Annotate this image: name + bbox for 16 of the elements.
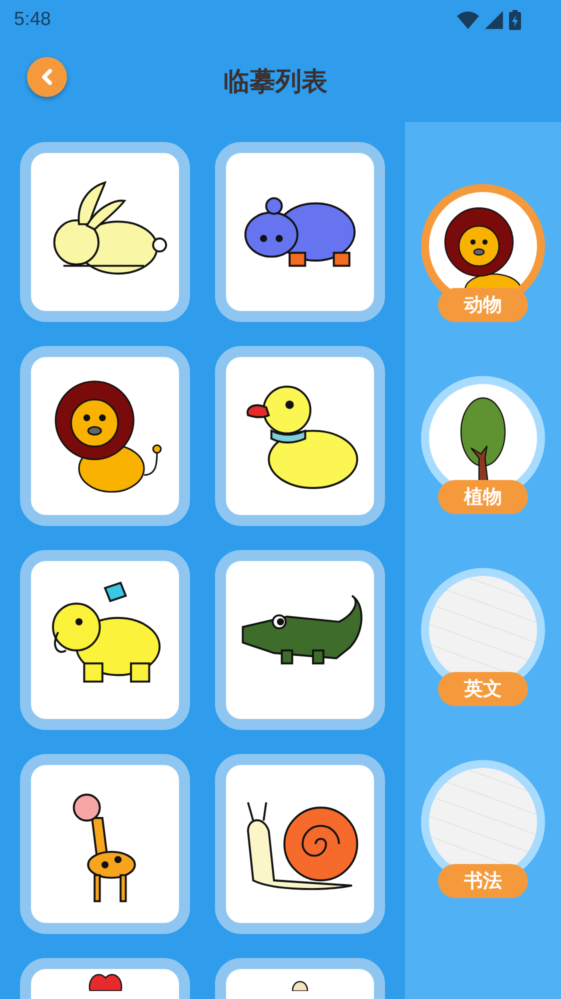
drawing-card[interactable]: [20, 754, 190, 934]
back-button[interactable]: [27, 57, 67, 97]
drawing-card[interactable]: [20, 142, 190, 322]
drawing-card[interactable]: [215, 754, 385, 934]
drawing-card[interactable]: [215, 142, 385, 322]
signal-icon: [485, 11, 503, 29]
wifi-icon: [457, 11, 479, 29]
status-time: 5:48: [14, 9, 51, 31]
drawing-card[interactable]: [20, 550, 190, 730]
battery-icon: [509, 10, 521, 30]
drawing-card[interactable]: [20, 346, 190, 526]
chevron-left-icon: [40, 68, 54, 86]
page-title: 临摹列表: [224, 66, 328, 98]
drawing-card[interactable]: [215, 550, 385, 730]
partial-drawing: [291, 981, 309, 991]
drawing-card[interactable]: [215, 346, 385, 526]
